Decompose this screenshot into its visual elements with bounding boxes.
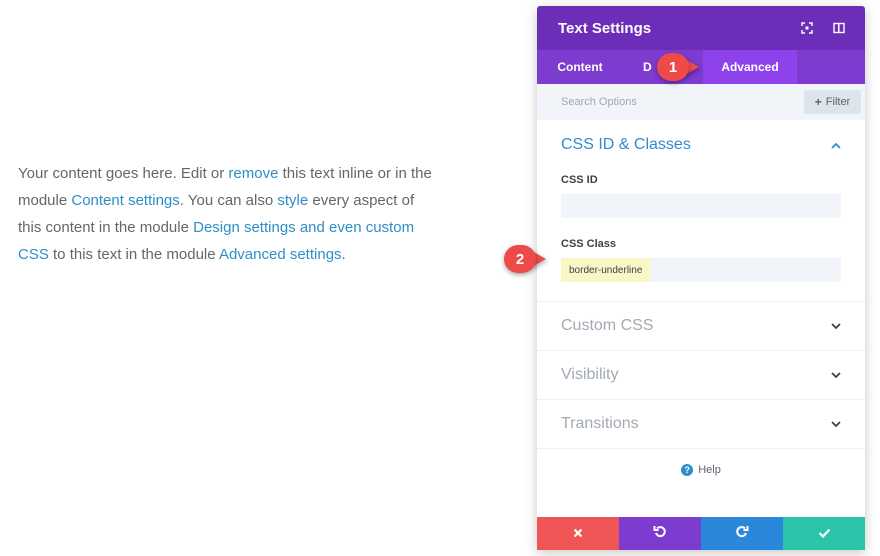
panel-footer	[537, 517, 865, 550]
css-id-input[interactable]	[561, 194, 841, 218]
text-segment: . You can also	[179, 192, 278, 209]
filter-button[interactable]: + Filter	[804, 90, 861, 114]
help-label: Help	[698, 464, 721, 476]
check-icon	[818, 525, 831, 543]
panel-title: Text Settings	[558, 19, 652, 37]
chevron-down-icon	[831, 366, 841, 384]
visibility-section[interactable]: Visibility	[537, 351, 865, 400]
callout-number-1: 1	[657, 53, 689, 81]
redo-button[interactable]	[701, 517, 783, 550]
callout-number-2: 2	[504, 245, 536, 273]
redo-icon	[735, 524, 749, 543]
custom-css-section[interactable]: Custom CSS	[537, 302, 865, 351]
custom-css-title: Custom CSS	[561, 317, 654, 334]
css-class-label: CSS Class	[561, 238, 617, 250]
css-class-input[interactable]: border-underline	[561, 258, 841, 282]
undo-icon	[653, 524, 667, 543]
remove-link[interactable]: remove	[228, 165, 278, 182]
css-id-label: CSS ID	[561, 174, 598, 186]
tab-advanced[interactable]: Advanced	[703, 50, 797, 84]
help-icon: ?	[681, 464, 694, 476]
chevron-down-icon	[831, 415, 841, 433]
text-segment: Your content goes here. Edit or	[18, 165, 229, 182]
fullscreen-icon[interactable]	[797, 18, 817, 38]
plus-icon: +	[814, 95, 822, 109]
style-link[interactable]: style	[277, 192, 308, 209]
save-button[interactable]	[783, 517, 865, 550]
visibility-title: Visibility	[561, 366, 619, 383]
module-text-content: Your content goes here. Edit or remove t…	[18, 160, 438, 268]
content-settings-link[interactable]: Content settings	[71, 192, 179, 209]
tab-content[interactable]: Content	[537, 50, 623, 84]
undo-button[interactable]	[619, 517, 701, 550]
transitions-title: Transitions	[561, 415, 639, 432]
help-link[interactable]: ? Help	[537, 464, 865, 476]
chevron-down-icon	[831, 317, 841, 335]
advanced-settings-link[interactable]: Advanced settings	[219, 246, 342, 263]
text-segment: .	[341, 246, 346, 263]
callout-marker-1: 1	[657, 53, 699, 81]
callout-marker-2: 2	[504, 245, 546, 273]
css-id-classes-section: CSS ID & Classes CSS ID CSS Class border…	[537, 120, 865, 302]
transitions-section[interactable]: Transitions	[537, 400, 865, 449]
chevron-up-icon	[831, 136, 841, 154]
search-options-bar: Search Options + Filter	[537, 84, 865, 120]
panel-header[interactable]: Text Settings	[537, 6, 865, 50]
search-options-input[interactable]: Search Options	[561, 96, 804, 108]
css-id-classes-header[interactable]: CSS ID & Classes	[561, 136, 841, 154]
split-view-icon[interactable]	[829, 18, 849, 38]
text-segment: to this text in the module	[48, 246, 219, 263]
text-settings-panel: Text Settings Content D Advanced Search …	[537, 6, 865, 550]
filter-label: Filter	[825, 96, 851, 108]
cancel-button[interactable]	[537, 517, 619, 550]
css-class-value: border-underline	[561, 258, 651, 282]
css-id-classes-title: CSS ID & Classes	[561, 136, 691, 153]
panel-tabs: Content D Advanced	[537, 50, 865, 84]
close-icon	[573, 525, 583, 543]
